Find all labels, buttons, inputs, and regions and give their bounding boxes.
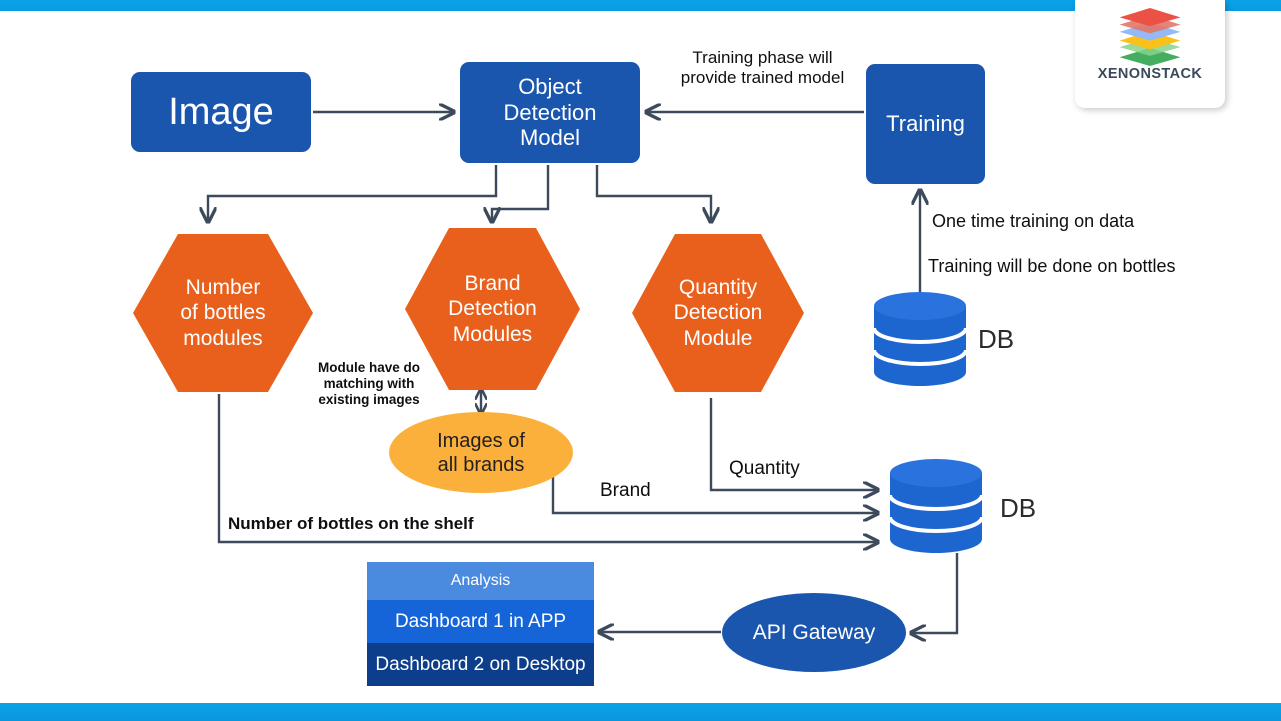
node-training[interactable]: Training (866, 64, 985, 184)
label-number-on-shelf: Number of bottles on the shelf (228, 514, 474, 533)
node-api-gateway-label: API Gateway (752, 620, 876, 644)
label-quantity: Quantity (729, 458, 800, 479)
node-training-label: Training (886, 111, 965, 136)
node-image[interactable]: Image (131, 72, 311, 152)
hexagon-quantity-detection (632, 234, 804, 392)
db-top-cylinder (872, 292, 968, 386)
analysis-table: Analysis Dashboard 1 in APP Dashboard 2 … (367, 562, 594, 686)
edge-model-to-quantity (595, 165, 711, 222)
brand-logo-card: XENONSTACK (1075, 0, 1225, 108)
db-bottom-label: DB (1000, 493, 1037, 523)
node-images-label: Images of all brands (437, 429, 525, 476)
label-module-matching: Module have do matching with existing im… (317, 360, 420, 407)
label-training-on-bottles: Training will be done on bottles (928, 256, 1176, 276)
edge-model-to-number (208, 165, 498, 222)
analysis-row-dashboard-2[interactable]: Dashboard 2 on Desktop (367, 643, 594, 686)
node-object-detection-model[interactable]: Object Detection Model (460, 62, 640, 163)
hexagon-number-of-bottles (133, 234, 313, 392)
node-object-detection-model-label: Object Detection Model (503, 73, 597, 151)
edge-db-to-api (911, 553, 959, 633)
brand-name: XENONSTACK (1097, 66, 1203, 82)
db-top-label: DB (978, 324, 1015, 354)
analysis-row-dashboard-1[interactable]: Dashboard 1 in APP (367, 600, 594, 643)
stacked-layers-icon (1119, 8, 1181, 66)
label-training-phase: Training phase will provide trained mode… (680, 48, 845, 88)
node-api-gateway[interactable]: API Gateway (722, 593, 906, 672)
diagram-canvas: Image Object Detection Model Training Nu… (0, 0, 1281, 721)
hexagon-shapes (133, 228, 804, 392)
edge-model-to-brand (492, 165, 550, 222)
analysis-header-row[interactable]: Analysis (367, 562, 594, 600)
analysis-row-2-label: Dashboard 2 on Desktop (375, 653, 586, 675)
analysis-header-label: Analysis (450, 572, 511, 589)
label-brand: Brand (600, 480, 651, 501)
label-one-time-training: One time training on data (932, 211, 1135, 231)
node-images-of-all-brands[interactable]: Images of all brands (389, 412, 573, 493)
db-bottom-cylinder (888, 459, 984, 553)
node-image-label: Image (168, 90, 274, 133)
analysis-row-1-label: Dashboard 1 in APP (394, 610, 567, 632)
